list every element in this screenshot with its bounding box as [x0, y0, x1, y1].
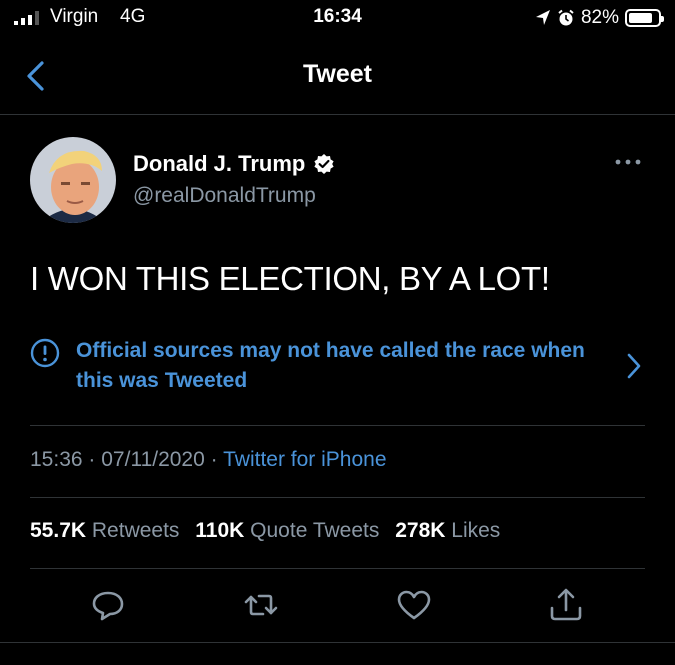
chevron-right-icon	[627, 353, 641, 379]
tweet-source-link[interactable]: Twitter for iPhone	[223, 448, 386, 471]
divider	[30, 497, 645, 498]
info-icon	[30, 338, 60, 368]
divider	[30, 425, 645, 426]
share-icon[interactable]	[546, 585, 586, 625]
location-icon	[535, 10, 550, 25]
divider	[30, 568, 645, 569]
status-right: 82%	[535, 6, 664, 30]
retweets-label: Retweets	[91, 519, 180, 542]
meta-separator: ·	[210, 448, 218, 471]
notice-text: Official sources may not have called the…	[76, 339, 585, 392]
quote-tweets-count: 110K	[195, 519, 245, 542]
verified-badge-icon	[314, 154, 334, 174]
tweet-time: 15:36	[30, 448, 83, 471]
author-name: Donald J. Trump	[133, 151, 306, 176]
alarm-icon	[558, 9, 574, 26]
tweet-stats: 55.7K Retweets 110K Quote Tweets 278K Li…	[30, 519, 510, 543]
reply-icon[interactable]	[88, 585, 128, 625]
tweet-date: 07/11/2020	[101, 448, 205, 471]
likes-stat[interactable]: 278K Likes	[395, 519, 500, 542]
divider	[0, 642, 675, 643]
tweet-meta: 15:36 · 07/11/2020 · Twitter for iPhone	[30, 448, 387, 472]
quote-tweets-label: Quote Tweets	[250, 519, 380, 542]
author-handle[interactable]: @realDonaldTrump	[133, 184, 316, 208]
action-bar	[0, 585, 675, 625]
heart-icon[interactable]	[394, 585, 434, 625]
retweets-count: 55.7K	[30, 519, 87, 542]
likes-label: Likes	[451, 519, 501, 542]
election-notice[interactable]: Official sources may not have called the…	[30, 334, 650, 396]
battery-level	[629, 13, 652, 23]
avatar[interactable]	[30, 137, 116, 223]
ellipsis-icon[interactable]	[610, 150, 646, 174]
navigation-bar: Tweet	[0, 40, 675, 115]
likes-count: 278K	[395, 519, 446, 542]
author-name-row[interactable]: Donald J. Trump	[133, 151, 335, 177]
retweets-stat[interactable]: 55.7K Retweets	[30, 519, 179, 542]
page-title: Tweet	[303, 60, 372, 88]
battery-icon	[625, 9, 664, 27]
quote-tweets-stat[interactable]: 110K Quote Tweets	[195, 519, 379, 542]
tweet-text: I WON THIS ELECTION, BY A LOT!	[30, 260, 550, 297]
battery-percent: 82%	[580, 7, 619, 28]
status-bar: Virgin 4G 16:34 82%	[0, 0, 675, 40]
meta-separator: ·	[88, 448, 96, 471]
retweet-icon[interactable]	[241, 585, 281, 625]
